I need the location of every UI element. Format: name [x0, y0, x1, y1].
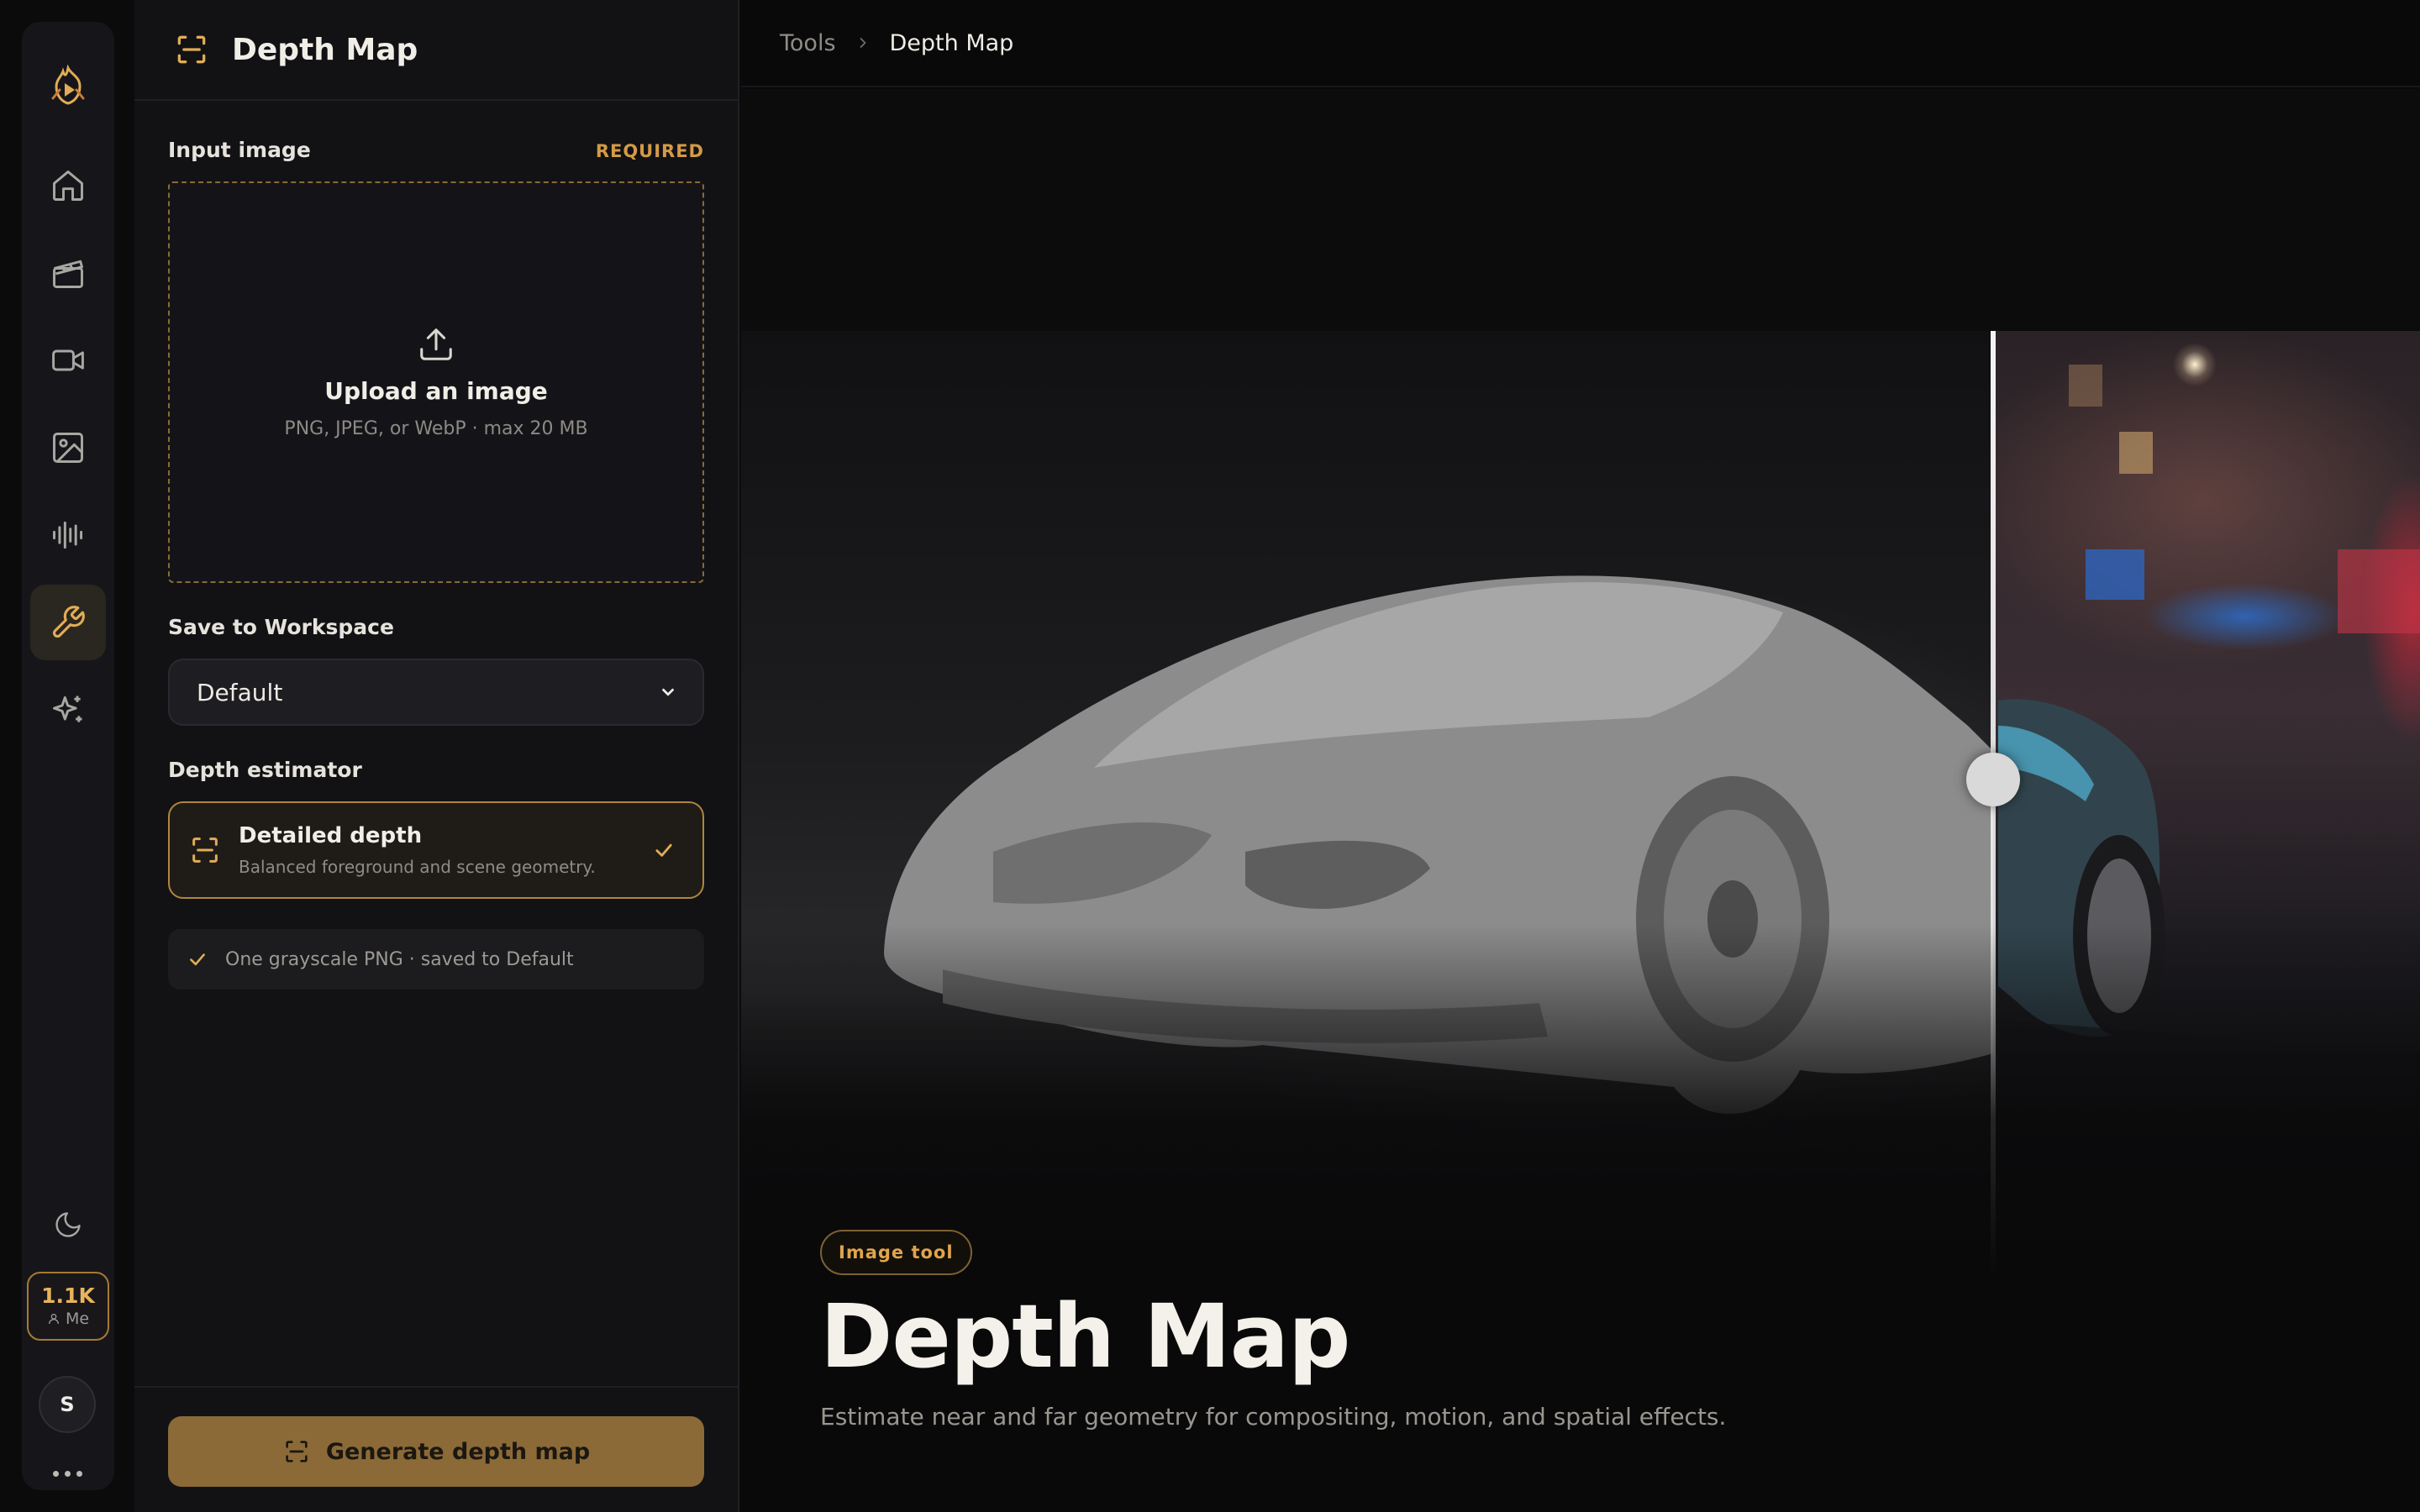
image-icon [53, 433, 83, 463]
more-options-button[interactable] [42, 1455, 92, 1492]
flame-play-logo-icon [51, 65, 85, 105]
credits-user: Me [47, 1309, 89, 1329]
rail-audio-button[interactable] [30, 497, 106, 573]
output-note-text: One grayscale PNG · saved to Default [225, 948, 574, 970]
video-camera-icon [52, 349, 84, 371]
option-title: Detailed depth [239, 823, 423, 848]
tool-settings-panel: Depth Map Input image REQUIRED Upload an… [134, 0, 739, 1512]
chevron-right-icon [860, 38, 865, 48]
scan-frame-icon [192, 837, 218, 863]
workspace-select-value: Default [197, 678, 283, 706]
required-tag: REQUIRED [595, 141, 704, 161]
workspace-select[interactable]: Default [168, 659, 704, 726]
workspace-label: Save to Workspace [168, 615, 394, 639]
scan-frame-icon [286, 1441, 308, 1462]
icon-rail: 1.1K Me S [22, 22, 114, 1490]
panel-footer: Generate depth map [134, 1386, 739, 1512]
breadcrumb-current: Depth Map [889, 29, 1014, 56]
moon-icon [55, 1212, 81, 1237]
panel-title: Depth Map [232, 32, 418, 67]
chevron-down-icon [662, 688, 674, 696]
generate-button-label: Generate depth map [325, 1438, 591, 1465]
credits-user-label: Me [65, 1310, 90, 1328]
upload-title: Upload an image [324, 377, 548, 405]
clapperboard-icon [53, 260, 83, 288]
image-upload-dropzone[interactable]: Upload an image PNG, JPEG, or WebP · max… [168, 181, 704, 583]
dot-icon [64, 1470, 71, 1477]
upload-hint: PNG, JPEG, or WebP · max 20 MB [284, 418, 588, 439]
comparison-slider-handle[interactable] [1966, 753, 2020, 806]
image-tool-badge: Image tool [820, 1230, 972, 1275]
check-icon [190, 953, 205, 966]
user-icon [48, 1314, 59, 1325]
rail-tools-button[interactable] [30, 585, 106, 660]
check-icon [655, 843, 672, 857]
breadcrumb: Tools Depth Map [741, 0, 2420, 87]
rail-sparkles-button[interactable] [30, 672, 106, 748]
hero-top-band [741, 89, 2420, 331]
dot-icon [76, 1470, 82, 1477]
estimator-option-detailed[interactable]: Detailed depth Balanced foreground and s… [168, 801, 704, 899]
rail-clapperboard-button[interactable] [30, 235, 106, 311]
scan-frame-icon [177, 35, 206, 64]
breadcrumb-tools-link[interactable]: Tools [780, 30, 836, 56]
option-description: Balanced foreground and scene geometry. [239, 857, 596, 877]
credits-value: 1.1K [41, 1284, 95, 1308]
sparkles-icon [53, 696, 82, 722]
input-image-label: Input image [168, 138, 311, 162]
page-subtitle: Estimate near and far geometry for compo… [820, 1403, 1727, 1431]
audio-waveform-icon [53, 521, 83, 549]
main-content: Tools Depth Map Image tool Depth Map Est… [741, 0, 2420, 1512]
rail-image-button[interactable] [30, 410, 106, 486]
avatar[interactable]: S [39, 1376, 96, 1433]
app-logo[interactable] [42, 60, 94, 113]
wrench-icon [52, 606, 85, 638]
option-text: Detailed depth Balanced foreground and s… [239, 823, 652, 877]
generate-depth-map-button[interactable]: Generate depth map [168, 1416, 704, 1487]
theme-toggle-button[interactable] [30, 1194, 106, 1255]
panel-header: Depth Map [134, 0, 739, 101]
upload-icon [420, 328, 452, 360]
page-title: Depth Map [820, 1285, 1350, 1388]
depth-estimator-label: Depth estimator [168, 758, 362, 782]
hero-fade-overlay [741, 924, 2420, 1277]
credits-badge[interactable]: 1.1K Me [27, 1272, 109, 1341]
rail-home-button[interactable] [30, 148, 106, 223]
home-icon [53, 171, 83, 201]
output-note: One grayscale PNG · saved to Default [168, 929, 704, 990]
rail-video-button[interactable] [30, 323, 106, 398]
dot-icon [52, 1470, 59, 1477]
